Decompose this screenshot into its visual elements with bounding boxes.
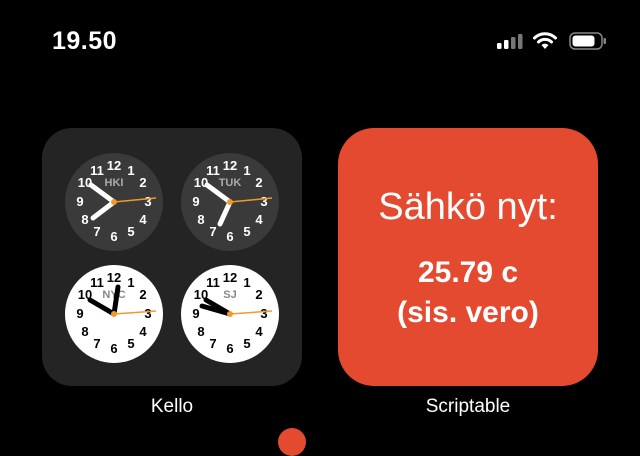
svg-text:12: 12	[107, 158, 121, 173]
svg-text:5: 5	[243, 224, 250, 239]
clock-face-light: 12 12 345 678 91011 SJ	[181, 265, 279, 363]
svg-text:2: 2	[139, 175, 146, 190]
clock-sj: 12 1 2 345 678 9 10 11 SJ	[180, 264, 280, 364]
clock-hki: 12 1 2 345 678 9 10 11 HKI	[64, 152, 164, 252]
svg-text:12: 12	[223, 158, 237, 173]
svg-text:8: 8	[197, 212, 204, 227]
svg-text:1: 1	[243, 163, 250, 178]
svg-text:2: 2	[255, 175, 262, 190]
svg-text:12: 12	[107, 270, 121, 285]
clock-nyc: 12 1 2 345 678 9 10 11 NYC	[64, 264, 164, 364]
svg-text:4: 4	[255, 324, 263, 339]
widget-label-kello: Kello	[150, 396, 194, 417]
svg-text:5: 5	[127, 224, 134, 239]
widget-title: Sähkö nyt:	[378, 186, 558, 228]
svg-text:6: 6	[110, 229, 117, 244]
clock-city-label: TUK	[219, 177, 242, 189]
svg-text:6: 6	[226, 229, 233, 244]
svg-text:9: 9	[192, 306, 199, 321]
svg-text:12: 12	[223, 270, 237, 285]
svg-text:11: 11	[90, 275, 104, 290]
widget-label-scriptable: Scriptable	[425, 396, 511, 417]
electricity-price: 25.79 c	[417, 256, 519, 289]
svg-text:7: 7	[209, 336, 216, 351]
clock-face-light: 12 12 345 678 91011 NYC	[65, 265, 163, 363]
svg-text:3: 3	[260, 306, 267, 321]
clock-city-label: SJ	[223, 289, 236, 301]
svg-text:7: 7	[93, 224, 100, 239]
svg-text:2: 2	[139, 287, 146, 302]
svg-text:5: 5	[243, 336, 250, 351]
svg-text:11: 11	[90, 163, 104, 178]
svg-text:11: 11	[206, 163, 220, 178]
svg-text:8: 8	[197, 324, 204, 339]
app-icon-partial[interactable]	[278, 428, 306, 456]
signal-icon	[497, 34, 523, 49]
svg-text:6: 6	[110, 341, 117, 356]
svg-text:3: 3	[260, 194, 267, 209]
svg-text:4: 4	[139, 324, 147, 339]
svg-text:7: 7	[93, 336, 100, 351]
svg-text:9: 9	[76, 306, 83, 321]
svg-text:8: 8	[81, 212, 88, 227]
svg-text:4: 4	[139, 212, 147, 227]
scriptable-widget[interactable]: Sähkö nyt: 25.79 c (sis. vero)	[338, 128, 598, 386]
clock-city-label: HKI	[105, 177, 124, 189]
battery-icon	[569, 32, 606, 50]
svg-text:1: 1	[243, 275, 250, 290]
svg-text:3: 3	[144, 306, 151, 321]
svg-text:1: 1	[127, 163, 134, 178]
status-bar: 19.50	[0, 0, 640, 80]
svg-text:9: 9	[192, 194, 199, 209]
status-time: 19.50	[52, 27, 118, 55]
price-note: (sis. vero)	[397, 296, 539, 329]
clock-tuk: 12 1 2 345 678 9 10 11 TUK	[180, 152, 280, 252]
svg-text:4: 4	[255, 212, 263, 227]
clock-face-dark: 12 12 345 678 91011 HKI	[65, 153, 163, 251]
svg-text:5: 5	[127, 336, 134, 351]
clock-face-dark: 12 12 345 678 91011 TUK	[181, 153, 279, 251]
svg-text:1: 1	[127, 275, 134, 290]
svg-text:2: 2	[255, 287, 262, 302]
svg-text:9: 9	[76, 194, 83, 209]
svg-text:3: 3	[144, 194, 151, 209]
world-clock-widget[interactable]: 12 1 2 345 678 9 10 11 HKI 12 1 2 345 678 9 10 1…	[42, 128, 302, 386]
svg-text:8: 8	[81, 324, 88, 339]
svg-text:11: 11	[206, 275, 220, 290]
wifi-icon	[533, 32, 557, 49]
svg-text:7: 7	[209, 224, 216, 239]
svg-text:6: 6	[226, 341, 233, 356]
